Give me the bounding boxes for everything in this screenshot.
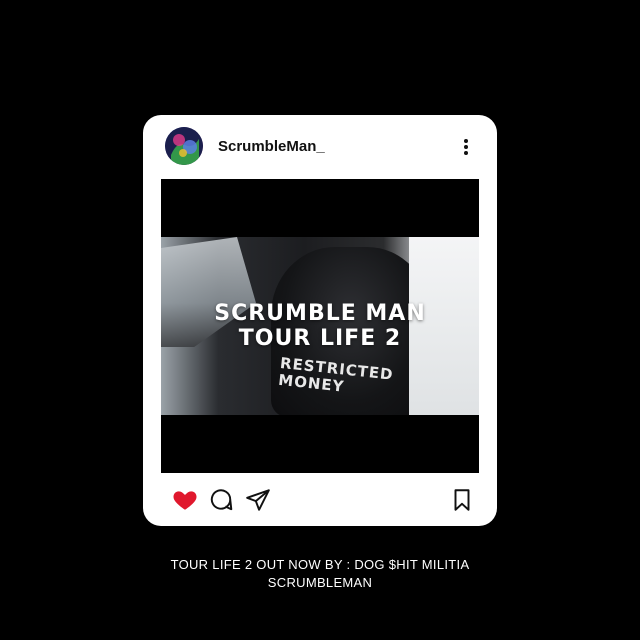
username[interactable]: ScrumbleMan_: [218, 138, 325, 155]
caption-line2: SCRUMBLEMAN: [267, 575, 373, 590]
comment-icon[interactable]: [208, 487, 234, 513]
post-media[interactable]: RESTRICTED MONEY SCRUMBLE MAN TOUR LIFE …: [161, 179, 479, 473]
action-bar: [143, 487, 497, 513]
more-vertical-icon[interactable]: [457, 137, 475, 159]
post-card: ScrumbleMan_ RESTRICTED MONEY SCRUMBLE M…: [143, 115, 497, 526]
media-title-line1: SCRUMBLE MAN: [214, 301, 426, 326]
media-title: SCRUMBLE MAN TOUR LIFE 2: [161, 301, 479, 351]
heart-icon[interactable]: [172, 487, 198, 513]
send-icon[interactable]: [245, 487, 271, 513]
bookmark-icon[interactable]: [449, 487, 475, 513]
avatar[interactable]: [165, 127, 203, 165]
caption: TOUR LIFE 2 OUT NOW BY : DOG $HIT MILITI…: [0, 556, 640, 592]
media-title-line2: TOUR LIFE 2: [238, 326, 402, 351]
avatar-art: [165, 127, 203, 165]
caption-line1: TOUR LIFE 2 OUT NOW BY : DOG $HIT MILITI…: [170, 557, 470, 572]
